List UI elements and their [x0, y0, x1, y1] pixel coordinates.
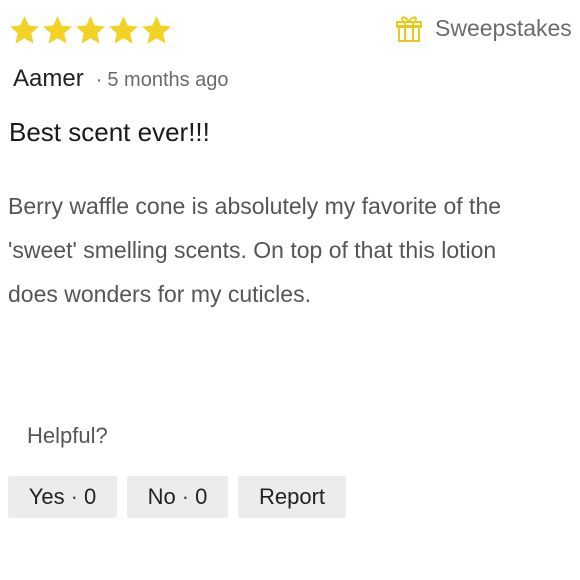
review-title: Best scent ever!!! [9, 117, 210, 147]
review-card: Sweepstakes Aamer · 5 months ago Best sc… [0, 0, 580, 580]
meta-separator: · [95, 69, 103, 91]
star-rating [8, 14, 173, 47]
star-icon [107, 14, 140, 47]
review-body-line: does wonders for my cuticles. [8, 281, 311, 307]
helpful-prompt: Helpful? [27, 423, 108, 448]
count-separator: · [70, 484, 78, 509]
report-label: Report [258, 484, 326, 509]
helpful-yes-button[interactable]: Yes · 0 [8, 476, 117, 518]
no-label: No [147, 484, 176, 509]
star-icon [74, 14, 107, 47]
review-body: Berry waffle cone is absolutely my favor… [8, 184, 568, 316]
review-meta: Aamer · 5 months ago [13, 65, 229, 93]
review-body-line: Berry waffle cone is absolutely my favor… [8, 193, 502, 219]
author-name[interactable]: Aamer [13, 65, 84, 93]
report-button[interactable]: Report [238, 476, 346, 518]
yes-count: 0 [83, 484, 97, 509]
gift-icon [396, 16, 422, 42]
yes-label: Yes [28, 484, 65, 509]
helpful-no-button[interactable]: No · 0 [127, 476, 228, 518]
count-separator: · [181, 484, 190, 509]
review-age: 5 months ago [107, 69, 229, 91]
no-count: 0 [195, 484, 208, 509]
star-icon [41, 14, 74, 47]
review-body-line: 'sweet' smelling scents. On top of that … [8, 237, 497, 263]
badge-label: Sweepstakes [435, 14, 572, 41]
feedback-actions: Yes · 0 No · 0 Report [8, 476, 346, 518]
star-icon [8, 14, 41, 47]
star-icon [140, 14, 173, 47]
sweepstakes-badge: Sweepstakes [396, 14, 572, 42]
